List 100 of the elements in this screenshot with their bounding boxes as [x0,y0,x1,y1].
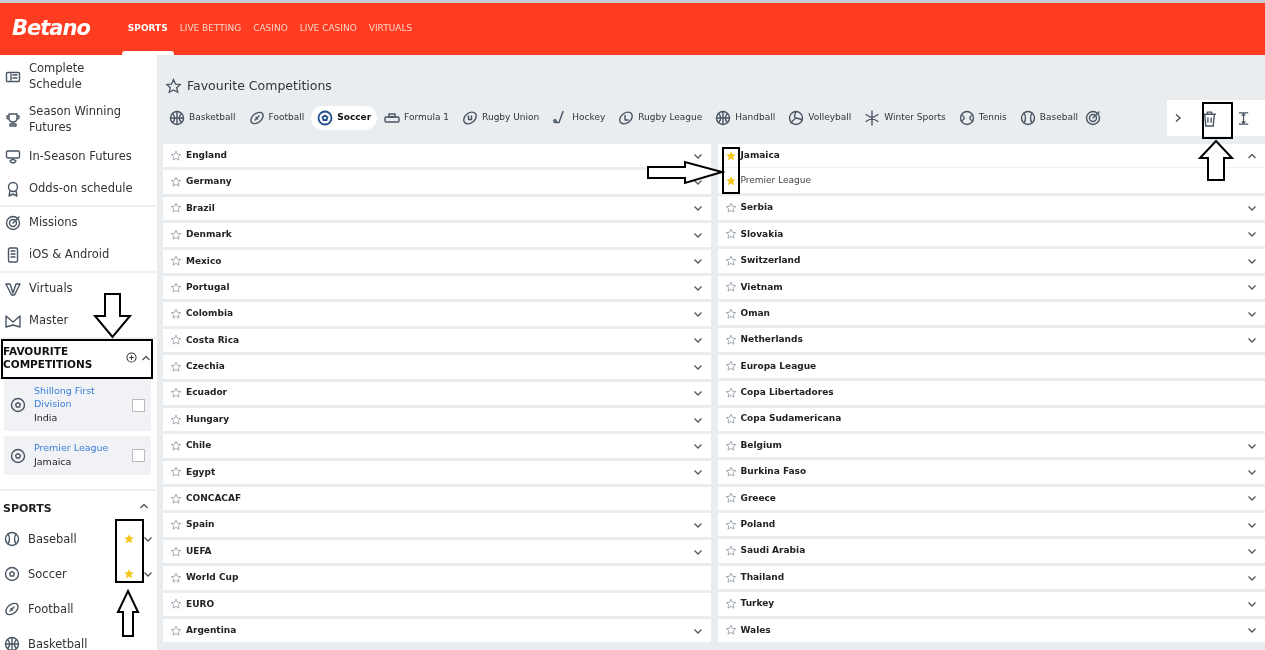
star-outline-icon[interactable] [724,466,737,478]
competition-row[interactable]: Poland [717,513,1265,537]
star-outline-icon[interactable] [170,308,182,321]
star-outline-icon[interactable] [170,334,182,347]
star-outline-icon[interactable] [170,360,182,373]
star-outline-icon[interactable] [170,149,182,162]
menu-link[interactable]: Virtuals [29,281,73,297]
competition-row[interactable]: Brazil [163,196,711,221]
competition-row[interactable]: Denmark [163,223,711,247]
sport-link[interactable]: Basketball [28,635,88,650]
competition-row[interactable]: Slovakia [717,222,1265,247]
competition-row[interactable]: Hungary [163,407,711,432]
competition-row[interactable]: Serbia [717,196,1265,220]
menu-link[interactable]: Missions [29,215,78,231]
competition-row[interactable]: Europa League [717,354,1265,379]
competition-row[interactable]: Costa Rica [163,328,711,353]
sport-link[interactable]: Football [28,600,74,618]
competition-row[interactable]: Netherlands [717,328,1265,352]
competition-row[interactable]: CONCACAF [163,487,711,511]
nav-link[interactable]: SPORTS [121,3,174,55]
sport-tab[interactable]: Rugby League [612,106,709,130]
star-outline-icon[interactable] [724,624,737,637]
menu-link[interactable]: In-Season Futures [29,149,132,165]
competition-row[interactable]: Belgium [717,433,1265,458]
sport-tab[interactable]: Rugby Union [456,106,546,130]
competition-row[interactable]: Mexico [163,249,711,273]
sport-tab[interactable]: Formula 1 [378,106,456,130]
competition-row[interactable]: England [163,144,711,168]
menu-link[interactable]: iOS & Android [29,247,110,263]
star-outline-icon[interactable] [724,439,737,452]
menu-link[interactable]: Master [29,313,69,329]
star-outline-icon[interactable] [170,281,182,294]
star-outline-icon[interactable] [724,571,737,584]
star-outline-icon[interactable] [170,545,182,558]
star-outline-icon[interactable] [724,307,737,320]
menu-link[interactable]: Complete Schedule [29,61,135,93]
sport-tab[interactable]: Handball [709,106,782,130]
sport-tab[interactable]: Volleyball [782,106,858,130]
star-outline-icon[interactable] [170,598,182,611]
sport-link[interactable]: Baseball [28,530,77,548]
competition-row[interactable]: Germany [163,170,711,194]
star-outline-icon[interactable] [724,281,737,294]
competition-row[interactable]: Czechia [163,355,711,379]
star-outline-icon[interactable] [170,466,182,479]
favourite-card[interactable]: Premier League Jamaica [4,436,151,476]
sport-tab[interactable]: Winter Sports [858,106,952,130]
competition-row[interactable]: Thailand [717,565,1265,590]
star-outline-icon[interactable] [724,228,737,241]
checkbox[interactable] [132,398,145,412]
competition-row[interactable]: Argentina [163,619,711,643]
competition-row[interactable]: Burkina Faso [717,460,1265,484]
competition-row[interactable]: UEFA [163,539,711,564]
competition-row[interactable]: Turkey [717,592,1265,616]
sport-tab[interactable]: Tennis [952,106,1013,130]
star-outline-icon[interactable] [170,519,182,532]
competition-row[interactable]: Colombia [163,302,711,326]
star-outline-icon[interactable] [170,492,182,505]
star-outline-icon[interactable] [170,255,182,268]
competition-row[interactable]: Chile [163,434,711,458]
sport-tab[interactable]: Soccer [311,106,378,130]
competition-row[interactable]: Spain [163,513,711,537]
competition-row[interactable]: Ecuador [163,381,711,405]
sport-tab[interactable]: Football [242,106,311,130]
star-outline-icon[interactable] [170,202,182,215]
competition-row[interactable]: Oman [717,301,1265,326]
star-outline-icon[interactable] [170,624,182,637]
competition-link[interactable]: Premier League [34,442,109,455]
chevron-icon[interactable] [1247,467,1257,477]
menu-link[interactable]: Season Winning Futures [29,104,135,136]
star-outline-icon[interactable] [724,518,737,531]
star-outline-icon[interactable] [170,413,182,426]
add-icon[interactable] [126,352,137,364]
competition-row[interactable]: World Cup [163,566,711,590]
star-outline-icon[interactable] [170,228,182,241]
competition-row[interactable]: Wales [717,618,1265,643]
star-icon[interactable] [123,533,135,546]
competition-row[interactable]: Switzerland [717,249,1265,273]
star-outline-icon[interactable] [170,176,182,189]
sport-link[interactable]: Soccer [28,565,67,583]
competition-name[interactable]: Premier League [740,174,812,188]
chevron-icon[interactable] [692,441,703,451]
star-outline-icon[interactable] [724,413,737,426]
competition-row[interactable]: Portugal [163,275,711,300]
star-outline-icon[interactable] [724,597,737,610]
competition-row[interactable]: EURO [163,592,711,617]
star-icon[interactable] [123,568,135,581]
sport-tab[interactable]: Hockey [546,106,612,130]
star-outline-icon[interactable] [170,440,182,452]
competition-row[interactable]: Copa Libertadores [717,381,1265,405]
brand-logo[interactable]: Betano [12,13,90,45]
competition-link[interactable]: Shillong First Division [34,385,124,411]
star-outline-icon[interactable] [724,202,737,215]
star-outline-icon[interactable] [724,334,737,347]
menu-link[interactable]: Odds-on schedule [29,181,133,197]
star-outline-icon[interactable] [724,492,737,505]
star-outline-icon[interactable] [170,571,182,584]
star-outline-icon[interactable] [724,254,737,267]
favourite-card[interactable]: Shillong First Division India [4,379,151,432]
competition-row[interactable]: Greece [717,486,1265,511]
star-outline-icon[interactable] [724,386,737,399]
